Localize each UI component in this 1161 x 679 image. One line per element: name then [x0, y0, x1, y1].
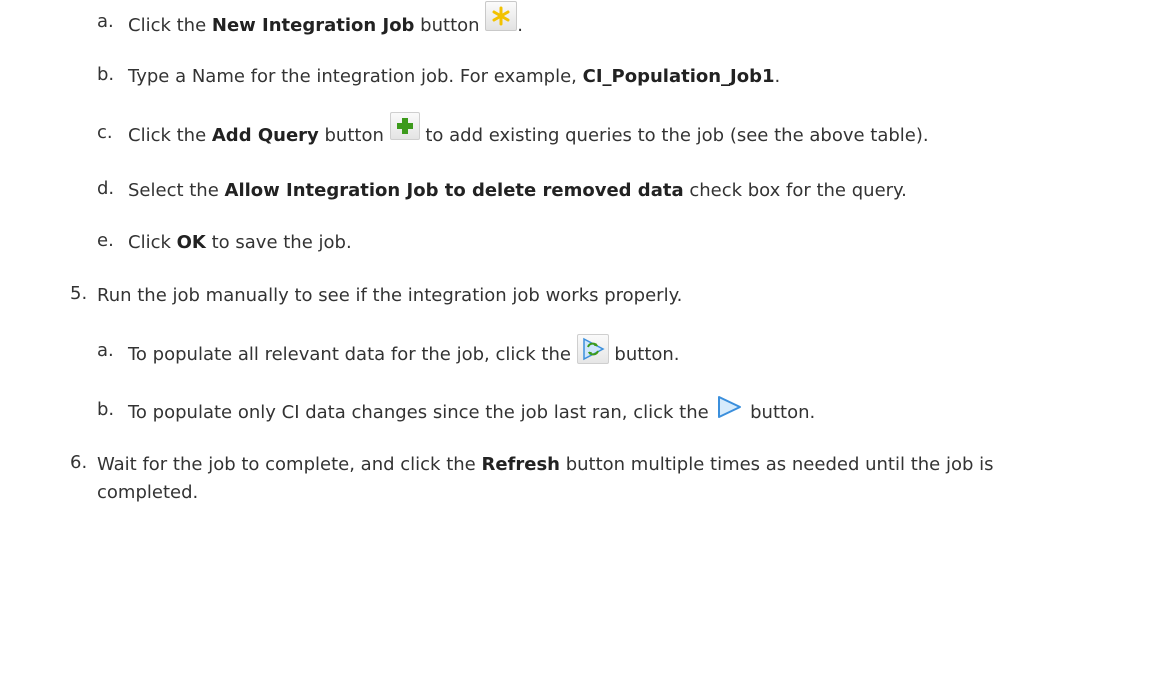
step-text: Type a Name for the integration job. For… — [128, 66, 583, 87]
list-marker: b. — [97, 399, 115, 420]
step-text: Click the — [128, 15, 212, 36]
ui-term-add-query: Add Query — [211, 125, 319, 146]
step-text: check box for the query. — [683, 180, 907, 201]
step-text-continuation: completed. — [97, 482, 199, 503]
ui-term-refresh: Refresh — [481, 454, 560, 475]
ui-term-job-name: CI_Population_Job1 — [582, 66, 775, 87]
step-text: Select the — [128, 180, 225, 201]
step-text: To populate all relevant data for the jo… — [128, 344, 577, 365]
list-marker: b. — [97, 64, 115, 85]
step-text: . — [774, 66, 781, 87]
step-text: . — [517, 15, 524, 36]
ui-term-ok: OK — [176, 232, 206, 253]
ui-term-allow-delete: Allow Integration Job to delete removed … — [224, 180, 684, 201]
list-marker: e. — [97, 230, 114, 251]
asterisk-icon — [485, 1, 518, 31]
list-marker: a. — [97, 11, 114, 32]
step-text: Wait for the job to complete, and click … — [97, 454, 482, 475]
list-marker: d. — [97, 178, 115, 199]
list-marker: 6. — [70, 452, 88, 473]
full-population-icon — [576, 334, 609, 364]
ui-term-new-integration-job: New Integration Job — [211, 15, 415, 36]
step-text: To populate only CI data changes since t… — [128, 402, 715, 423]
step-text: button multiple times as needed until th… — [559, 454, 994, 475]
step-text: button. — [608, 344, 680, 365]
list-marker: c. — [97, 122, 113, 143]
step-text: to add existing queries to the job (see … — [419, 125, 929, 146]
step-text: Click — [128, 232, 177, 253]
step-text: Run the job manually to see if the integ… — [97, 285, 683, 306]
list-marker: a. — [97, 340, 114, 361]
play-triangle-icon — [714, 393, 744, 421]
plus-icon — [389, 112, 420, 140]
step-text: button. — [744, 402, 816, 423]
step-text: button — [414, 15, 480, 36]
step-text: to save the job. — [205, 232, 352, 253]
list-marker: 5. — [70, 283, 88, 304]
step-text: button — [318, 125, 384, 146]
step-text: Click the — [128, 125, 212, 146]
